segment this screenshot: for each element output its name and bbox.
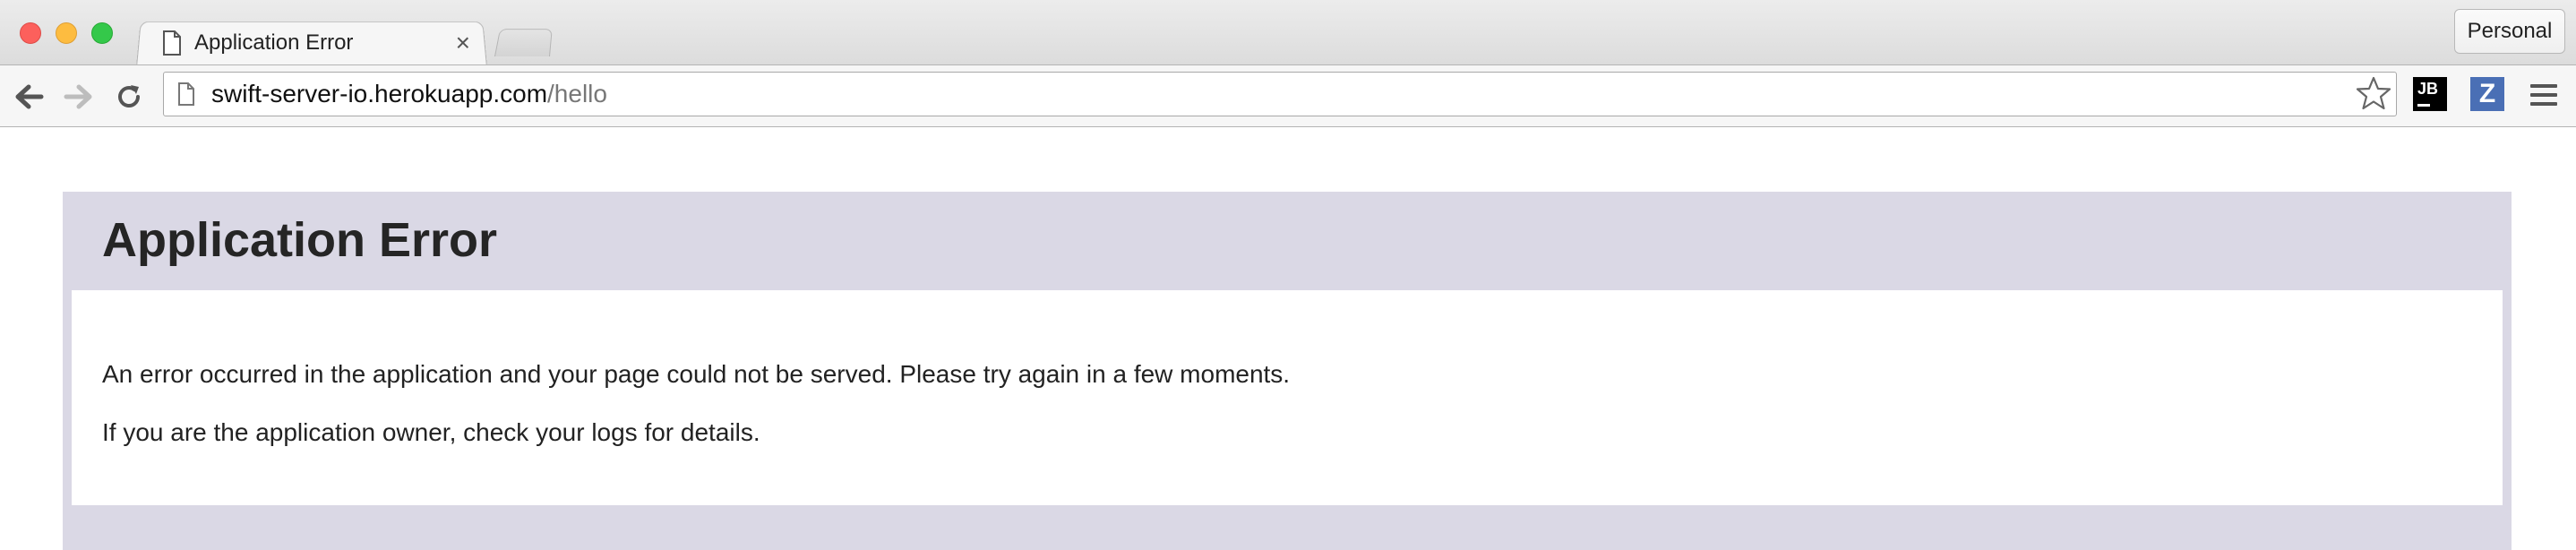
reload-button[interactable] <box>111 79 147 115</box>
window-minimize-button[interactable] <box>56 22 77 44</box>
page-icon <box>178 82 194 106</box>
error-message: An error occurred in the application and… <box>102 360 1291 388</box>
url-path: /hello <box>547 80 607 107</box>
window-close-button[interactable] <box>20 22 41 44</box>
page-title: Application Error <box>102 213 498 267</box>
tab-content[interactable]: Application Error × <box>157 23 479 63</box>
url-host: swift-server-io.herokuapp.com <box>211 80 548 107</box>
z-extension-icon[interactable]: Z <box>2470 77 2504 111</box>
profile-button[interactable]: Personal <box>2454 9 2565 54</box>
z-extension-label: Z <box>2478 79 2496 108</box>
jetbrains-underline <box>2417 104 2430 107</box>
bookmark-star-icon[interactable] <box>2356 75 2391 111</box>
hamburger-menu-icon[interactable] <box>2528 79 2560 111</box>
forward-button[interactable] <box>61 79 97 115</box>
page-icon <box>163 30 181 56</box>
back-button[interactable] <box>11 79 47 115</box>
owner-hint-message: If you are the application owner, check … <box>102 418 760 446</box>
jetbrains-extension-label: JB <box>2417 80 2439 98</box>
new-tab-button[interactable] <box>494 29 553 56</box>
window-maximize-button[interactable] <box>91 22 113 44</box>
close-icon[interactable]: × <box>456 30 470 56</box>
reload-icon <box>118 85 140 107</box>
error-body <box>72 290 2503 505</box>
jetbrains-extension-icon[interactable]: JB <box>2413 77 2447 111</box>
arrow-right-icon <box>64 84 92 109</box>
address-url[interactable]: swift-server-io.herokuapp.com/hello <box>211 79 607 109</box>
tab-title: Application Error <box>194 30 354 55</box>
arrow-left-icon <box>15 84 44 109</box>
